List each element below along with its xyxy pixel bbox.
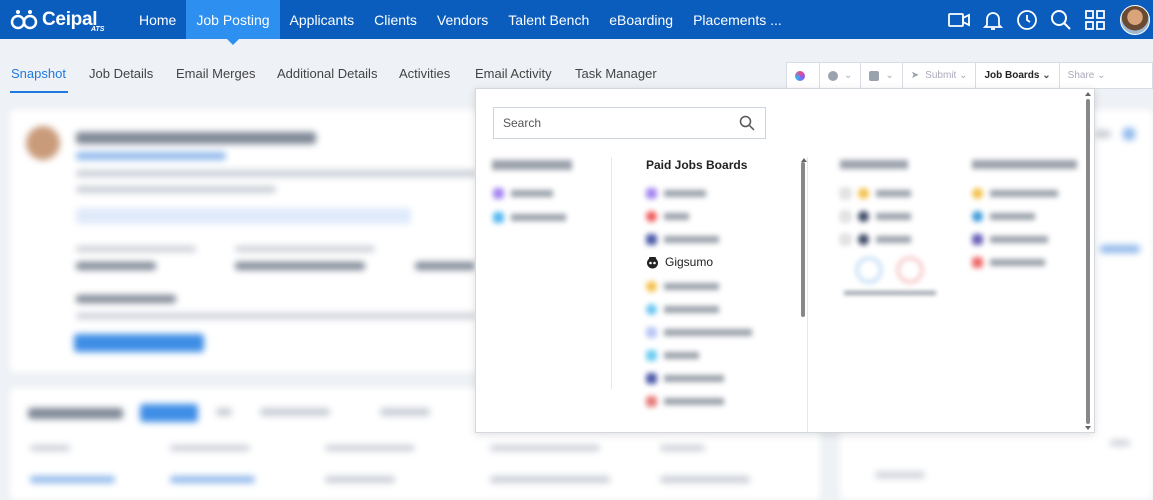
board-entry[interactable] [646,279,719,293]
search-icon[interactable] [739,115,755,131]
blurred-caption [844,291,936,295]
board-entry[interactable] [840,209,911,223]
job-boards-dropdown[interactable]: Job Boards ⌄ [976,63,1060,88]
share-label: Share [1067,70,1095,81]
gigsumo-label: Gigsumo [665,255,714,269]
nav-vendors[interactable]: Vendors [427,0,498,39]
paid-jobs-boards-heading: Paid Jobs Boards [646,158,748,172]
tag-dropdown[interactable]: ⌄ [861,63,903,88]
active-tab-indicator [10,91,68,93]
nav-icon-group [942,0,1153,39]
nav-placements[interactable]: Placements ... [683,0,792,39]
nav-clients[interactable]: Clients [364,0,427,39]
tab-email-activity[interactable]: Email Activity [475,66,552,81]
board-entry[interactable] [646,325,752,339]
board-entry[interactable] [972,209,1035,223]
add-circle-icon[interactable] [856,257,882,283]
column-divider [807,157,808,432]
logo-mark-icon [10,9,38,31]
board-entry[interactable] [646,394,724,408]
remove-circle-icon[interactable] [897,257,923,283]
panel-scrollbar[interactable] [1086,99,1090,424]
column-heading-blurred [840,160,908,169]
tab-additional-details[interactable]: Additional Details [277,66,377,81]
nav-job-posting[interactable]: Job Posting [186,0,280,45]
board-entry-gigsumo[interactable]: Gigsumo [646,255,713,269]
nav-talent-bench[interactable]: Talent Bench [498,0,599,39]
column-heading-blurred [492,160,572,170]
board-entry[interactable] [646,302,719,316]
job-boards-search [493,107,766,139]
job-summary-card [10,110,480,372]
job-owner-avatar [26,126,60,160]
video-icon[interactable] [942,0,976,39]
share-dropdown[interactable]: Share ⌄ [1060,63,1114,88]
settings-dropdown[interactable]: ⌄ [820,63,862,88]
nav-eboarding[interactable]: eBoarding [599,0,683,39]
multi-color-icon [795,70,805,81]
bell-icon[interactable] [976,0,1010,39]
top-navigation: Ceipal ATS Home Job Posting Applicants C… [0,0,1153,45]
board-entry[interactable] [972,255,1045,269]
gear-icon [828,70,838,81]
board-entry[interactable] [646,209,689,223]
job-boards-panel: Paid Jobs Boards Gigsumo [475,88,1095,433]
tab-activities[interactable]: Activities [399,66,450,81]
panel-scroll-up-arrow[interactable] [1085,92,1091,96]
main-nav: Home Job Posting Applicants Clients Vend… [129,0,792,45]
nav-home[interactable]: Home [129,0,186,39]
column-heading-blurred [972,160,1077,169]
tab-snapshot[interactable]: Snapshot [11,66,66,81]
tab-email-merges[interactable]: Email Merges [176,66,255,81]
tab-job-details[interactable]: Job Details [89,66,153,81]
board-entry[interactable] [646,232,719,246]
board-entry[interactable] [972,232,1048,246]
history-icon[interactable] [1010,0,1044,39]
gigsumo-icon [647,256,658,268]
search-icon[interactable] [1044,0,1078,39]
boards-list-scrollbar[interactable] [801,162,805,317]
share-action-button[interactable] [787,63,820,88]
send-icon: ➤ [910,70,920,81]
board-entry[interactable] [840,232,911,246]
panel-scroll-down-arrow[interactable] [1085,426,1091,430]
nav-applicants[interactable]: Applicants [280,0,365,39]
logo-subtext: ATS [91,26,105,33]
user-avatar[interactable] [1120,4,1150,35]
column-divider [611,157,612,389]
chevron-down-icon: ⌄ [1042,70,1051,81]
submit-label: Submit [925,70,957,81]
board-entry[interactable] [646,348,699,362]
job-actions-toolbar: ⌄ ⌄ ➤ Submit ⌄ Job Boards ⌄ Share ⌄ [786,62,1153,89]
board-entry[interactable] [493,210,566,224]
tag-icon [869,70,880,81]
logo-text: Ceipal [42,9,98,30]
board-entry[interactable] [646,186,706,200]
tab-task-manager[interactable]: Task Manager [575,66,657,81]
job-boards-label: Job Boards [984,70,1040,81]
board-entry[interactable] [493,186,553,200]
board-entry[interactable] [840,186,911,200]
job-boards-search-input[interactable] [494,108,734,138]
apps-grid-icon[interactable] [1078,0,1112,39]
board-entry[interactable] [972,186,1058,200]
board-entry[interactable] [646,371,724,385]
submit-dropdown[interactable]: ➤ Submit ⌄ [903,63,977,88]
ceipal-logo[interactable]: Ceipal ATS [10,6,104,34]
